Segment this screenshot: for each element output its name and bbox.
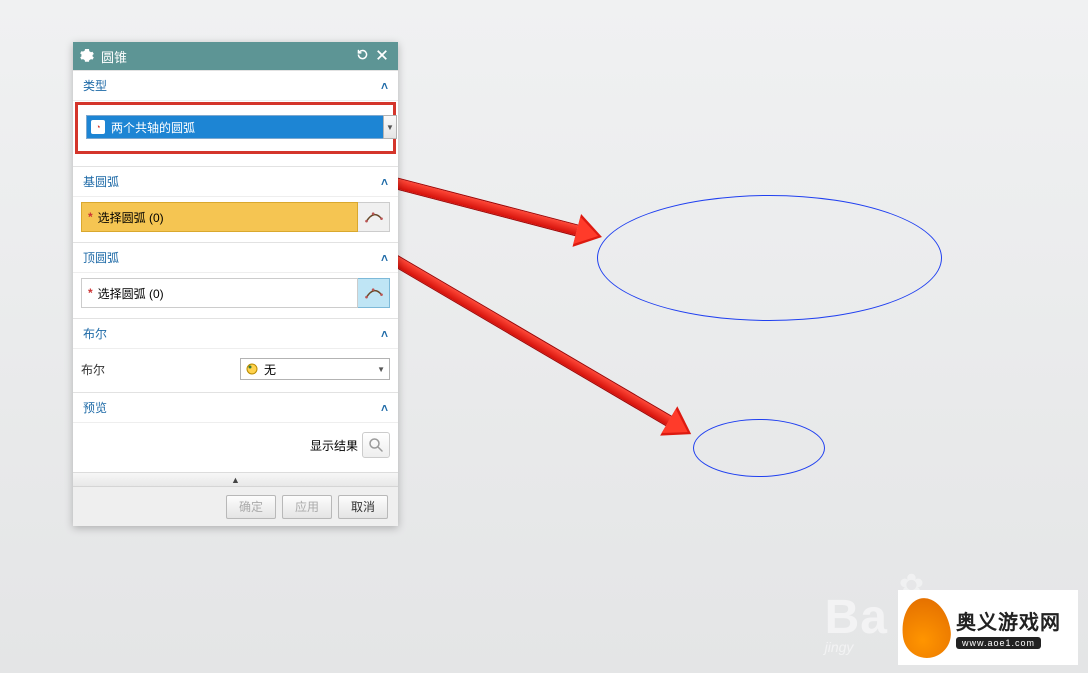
section-body-base-arc: * 选择圆弧 (0) <box>73 196 398 242</box>
section-label: 基圆弧 <box>83 173 119 190</box>
site-url: www.aoe1.com <box>956 637 1041 649</box>
dialog-titlebar[interactable]: 圆锥 <box>73 42 398 70</box>
section-label: 预览 <box>83 399 107 416</box>
type-value: 两个共轴的圆弧 <box>111 119 195 136</box>
type-combo[interactable]: ◔ 两个共轴的圆弧 ▼ <box>86 115 385 139</box>
close-icon[interactable] <box>372 49 392 64</box>
chevron-up-icon: ˄ <box>381 327 388 341</box>
show-result-label: 显示结果 <box>310 437 358 454</box>
arc-picker-icon[interactable] <box>358 278 390 308</box>
top-arc-label: 选择圆弧 (0) <box>98 285 164 302</box>
section-header-preview[interactable]: 预览 ˄ <box>73 392 398 422</box>
dropdown-caret-icon: ▼ <box>377 365 385 374</box>
section-body-type: ◔ 两个共轴的圆弧 ▼ <box>73 100 398 166</box>
section-body-preview: 显示结果 <box>73 422 398 472</box>
required-icon: * <box>88 286 93 300</box>
boolean-dropdown[interactable]: 无 ▼ <box>240 358 390 380</box>
section-header-type[interactable]: 类型 ˄ <box>73 70 398 100</box>
dialog-button-bar: 确定 应用 取消 <box>73 486 398 526</box>
cone-dialog: 圆锥 类型 ˄ ◔ 两个共轴的圆弧 ▼ 基圆弧 ˄ * <box>73 42 398 526</box>
reset-icon[interactable] <box>352 48 372 64</box>
boolean-value: 无 <box>264 361 276 378</box>
section-body-top-arc: * 选择圆弧 (0) <box>73 272 398 318</box>
required-icon: * <box>88 210 93 224</box>
base-arc-label: 选择圆弧 (0) <box>98 209 164 226</box>
type-highlight: ◔ 两个共轴的圆弧 ▼ <box>75 102 396 154</box>
chevron-up-icon: ˄ <box>381 401 388 415</box>
chevron-up-icon: ˄ <box>381 79 388 93</box>
expand-handle[interactable]: ▲ <box>73 472 398 486</box>
site-logo: 奥义游戏网 www.aoe1.com <box>898 590 1078 665</box>
arc-picker-icon[interactable] <box>358 202 390 232</box>
section-header-base-arc[interactable]: 基圆弧 ˄ <box>73 166 398 196</box>
cone-type-icon: ◔ <box>91 120 105 134</box>
boolean-field-label: 布尔 <box>81 361 141 378</box>
watermark: ✿ Ba jingy 奥义游戏网 www.aoe1.com <box>198 563 1088 673</box>
dialog-title: 圆锥 <box>101 47 352 66</box>
cancel-button[interactable]: 取消 <box>338 495 388 519</box>
section-header-boolean[interactable]: 布尔 ˄ <box>73 318 398 348</box>
top-arc-ellipse <box>693 419 825 477</box>
ok-button[interactable]: 确定 <box>226 495 276 519</box>
gear-icon[interactable] <box>79 49 95 63</box>
none-icon <box>245 362 259 376</box>
chevron-up-icon: ˄ <box>381 175 388 189</box>
background-watermark-text: Ba jingy <box>825 590 888 655</box>
dropdown-caret-icon[interactable]: ▼ <box>383 115 397 139</box>
flame-icon <box>902 598 950 658</box>
base-arc-selector[interactable]: * 选择圆弧 (0) <box>81 202 390 232</box>
base-arc-ellipse <box>597 195 942 321</box>
paw-icon: ✿ <box>899 568 924 603</box>
section-header-top-arc[interactable]: 顶圆弧 ˄ <box>73 242 398 272</box>
apply-button[interactable]: 应用 <box>282 495 332 519</box>
section-label: 类型 <box>83 77 107 94</box>
section-label: 顶圆弧 <box>83 249 119 266</box>
section-label: 布尔 <box>83 325 107 342</box>
top-arc-selector[interactable]: * 选择圆弧 (0) <box>81 278 390 308</box>
show-result-button[interactable] <box>362 432 390 458</box>
section-body-boolean: 布尔 无 ▼ <box>73 348 398 392</box>
site-name: 奥义游戏网 <box>956 606 1061 635</box>
chevron-up-icon: ˄ <box>381 251 388 265</box>
